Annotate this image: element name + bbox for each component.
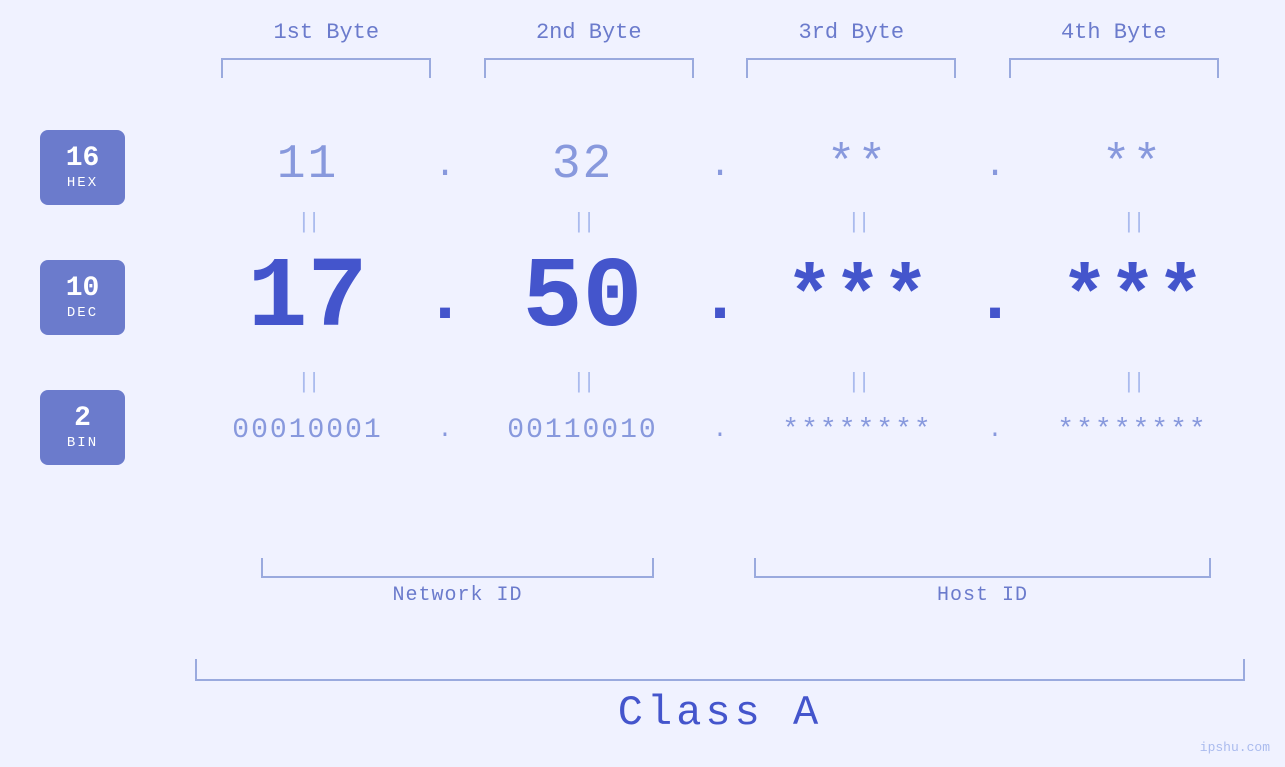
- class-bracket: [195, 659, 1245, 681]
- bin-badge-label: BIN: [67, 435, 98, 451]
- bin-dot-1: .: [420, 417, 470, 444]
- dec-val-1: 17: [195, 250, 420, 350]
- dec-text-2: 50: [522, 250, 642, 350]
- equals-symbol-8: ||: [1122, 370, 1142, 395]
- hex-text-1: 11: [277, 138, 339, 192]
- bottom-brackets-row: Network ID Host ID: [195, 558, 1245, 607]
- bin-text-2: 00110010: [507, 415, 657, 446]
- eq2-3: ||: [745, 370, 970, 395]
- hex-dot-3: .: [970, 145, 1020, 186]
- equals-symbol-1: ||: [297, 210, 317, 235]
- bin-badge-number: 2: [74, 404, 91, 435]
- host-id-label: Host ID: [937, 584, 1028, 607]
- equals-symbol-2: ||: [572, 210, 592, 235]
- hex-dot-1: .: [420, 145, 470, 186]
- bin-text-3: ********: [782, 415, 932, 446]
- eq1-3: ||: [745, 210, 970, 235]
- watermark: ipshu.com: [1200, 740, 1270, 755]
- dec-badge-label: DEC: [67, 305, 98, 321]
- dec-dot-3: .: [970, 261, 1020, 340]
- equals-row-1: || || || ||: [195, 205, 1245, 240]
- bracket-top-4: [1009, 58, 1219, 78]
- hex-badge: 16 HEX: [40, 130, 125, 205]
- hex-text-2: 32: [552, 138, 614, 192]
- dec-row: 17 . 50 . *** . ***: [195, 240, 1245, 360]
- eq1-2: ||: [470, 210, 695, 235]
- eq2-2: ||: [470, 370, 695, 395]
- bin-val-4: ********: [1020, 415, 1245, 446]
- eq1-1: ||: [195, 210, 420, 235]
- bracket-top-2: [484, 58, 694, 78]
- bin-val-2: 00110010: [470, 415, 695, 446]
- top-brackets-row: [195, 58, 1245, 78]
- hex-text-4: **: [1102, 138, 1164, 192]
- equals-symbol-7: ||: [847, 370, 867, 395]
- dec-dot-1: .: [420, 261, 470, 340]
- bracket-top-1: [221, 58, 431, 78]
- byte-label-2: 2nd Byte: [458, 20, 721, 45]
- byte-label-4: 4th Byte: [983, 20, 1246, 45]
- network-id-bracket-wrapper: Network ID: [195, 558, 720, 607]
- badges-column: 16 HEX 10 DEC 2 BIN: [40, 130, 125, 465]
- equals-symbol-6: ||: [572, 370, 592, 395]
- host-id-bracket: [754, 558, 1211, 578]
- equals-row-2: || || || ||: [195, 365, 1245, 400]
- equals-symbol-5: ||: [297, 370, 317, 395]
- top-bracket-2: [458, 58, 721, 78]
- class-label: Class A: [618, 689, 822, 737]
- top-bracket-1: [195, 58, 458, 78]
- class-row: Class A: [195, 659, 1245, 737]
- hex-text-3: **: [827, 138, 889, 192]
- byte-label-3: 3rd Byte: [720, 20, 983, 45]
- bin-dot-2: .: [695, 417, 745, 444]
- bin-badge: 2 BIN: [40, 390, 125, 465]
- bin-row: 00010001 . 00110010 . ******** . *******…: [195, 400, 1245, 460]
- equals-symbol-4: ||: [1122, 210, 1142, 235]
- bin-text-1: 00010001: [232, 415, 382, 446]
- dec-text-1: 17: [247, 250, 367, 350]
- byte-label-1: 1st Byte: [195, 20, 458, 45]
- eq1-4: ||: [1020, 210, 1245, 235]
- dec-badge: 10 DEC: [40, 260, 125, 335]
- main-layout: 1st Byte 2nd Byte 3rd Byte 4th Byte 16 H…: [0, 0, 1285, 767]
- dec-badge-number: 10: [66, 274, 100, 305]
- eq2-1: ||: [195, 370, 420, 395]
- eq2-4: ||: [1020, 370, 1245, 395]
- hex-badge-label: HEX: [67, 175, 98, 191]
- bin-val-3: ********: [745, 415, 970, 446]
- bin-text-4: ********: [1057, 415, 1207, 446]
- top-bracket-3: [720, 58, 983, 78]
- top-bracket-4: [983, 58, 1246, 78]
- dec-text-3: ***: [785, 260, 929, 340]
- network-id-label: Network ID: [392, 584, 522, 607]
- bracket-top-3: [746, 58, 956, 78]
- dec-val-3: ***: [745, 260, 970, 340]
- dec-val-4: ***: [1020, 260, 1245, 340]
- dec-text-4: ***: [1060, 260, 1204, 340]
- host-id-bracket-wrapper: Host ID: [720, 558, 1245, 607]
- hex-val-1: 11: [195, 138, 420, 192]
- bin-dot-3: .: [970, 417, 1020, 444]
- network-id-bracket: [261, 558, 655, 578]
- hex-val-2: 32: [470, 138, 695, 192]
- bin-val-1: 00010001: [195, 415, 420, 446]
- byte-labels-row: 1st Byte 2nd Byte 3rd Byte 4th Byte: [195, 20, 1245, 45]
- equals-symbol-3: ||: [847, 210, 867, 235]
- dec-dot-2: .: [695, 261, 745, 340]
- hex-badge-number: 16: [66, 144, 100, 175]
- hex-val-4: **: [1020, 138, 1245, 192]
- hex-dot-2: .: [695, 145, 745, 186]
- hex-row: 11 . 32 . ** . **: [195, 130, 1245, 200]
- dec-val-2: 50: [470, 250, 695, 350]
- hex-val-3: **: [745, 138, 970, 192]
